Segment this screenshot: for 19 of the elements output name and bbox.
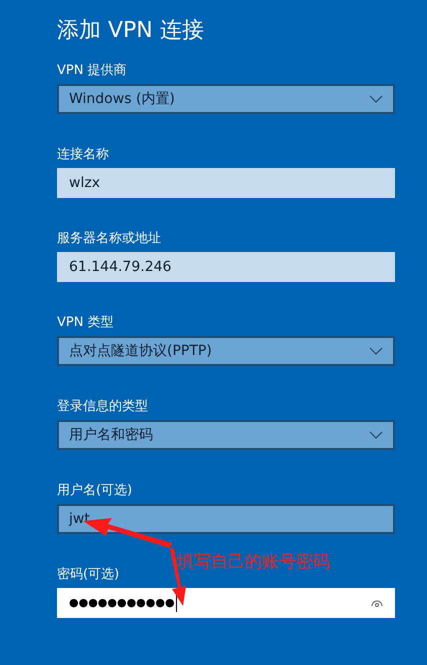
input-field[interactable]: 61.144.79.246 <box>57 252 395 282</box>
password-field[interactable]: ●●●●●●●●●●● <box>57 588 395 618</box>
input-field[interactable]: wlzx <box>57 168 395 198</box>
dropdown[interactable]: Windows (内置) <box>57 84 395 114</box>
field-label: 服务器名称或地址 <box>57 230 161 248</box>
chevron-down-icon <box>369 95 383 103</box>
dropdown[interactable]: 点对点隧道协议(PPTP) <box>57 336 395 366</box>
page-title: 添加 VPN 连接 <box>57 17 204 45</box>
eye-icon[interactable] <box>371 599 383 607</box>
field-label: 登录信息的类型 <box>57 398 148 416</box>
annotation-text: 填写自己的账号密码 <box>177 551 330 574</box>
field-label: VPN 类型 <box>57 314 114 332</box>
field-label: 连接名称 <box>57 146 109 164</box>
field-label: VPN 提供商 <box>57 62 127 80</box>
dropdown[interactable]: 用户名和密码 <box>57 420 395 450</box>
field-label: 密码(可选) <box>57 566 120 584</box>
field-label: 用户名(可选) <box>57 482 132 500</box>
chevron-down-icon <box>369 347 383 355</box>
chevron-down-icon <box>369 431 383 439</box>
